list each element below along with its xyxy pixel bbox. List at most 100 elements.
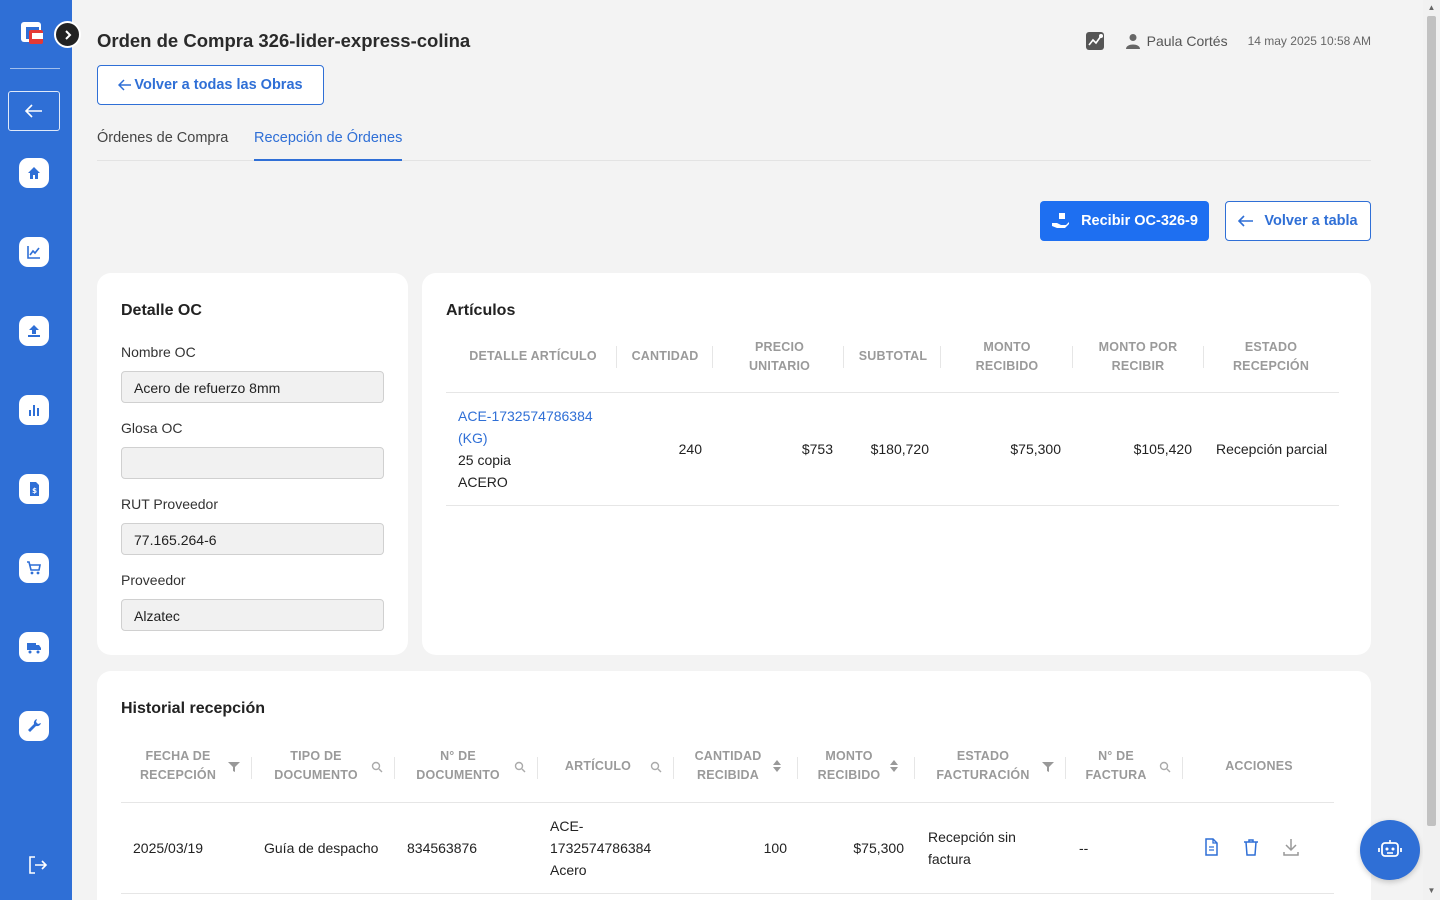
sidebar-expand-button[interactable] bbox=[54, 21, 81, 48]
factura-cell: -- bbox=[1079, 840, 1089, 856]
cart-icon bbox=[27, 561, 41, 575]
scroll-thumb[interactable] bbox=[1427, 16, 1436, 826]
historial-card: Historial recepción FECHA DE RECEPCIÓN T… bbox=[97, 671, 1371, 900]
search-icon[interactable] bbox=[650, 761, 662, 773]
col-header-factura: N° DE FACTURA bbox=[1085, 749, 1147, 782]
col-header-estado-facturacion: ESTADO FACTURACIÓN bbox=[936, 749, 1030, 782]
tab-bar: Órdenes de Compra Recepción de Órdenes bbox=[97, 125, 1371, 161]
articulo-code-link[interactable]: ACE-1732574786384 (KG) bbox=[458, 405, 598, 449]
search-icon[interactable] bbox=[1159, 761, 1171, 773]
monto-por-recibir-cell: $105,420 bbox=[1133, 441, 1192, 457]
logout-icon bbox=[29, 856, 48, 874]
scroll-up-icon[interactable]: ▲ bbox=[1427, 3, 1436, 12]
sidebar-item-cart[interactable] bbox=[19, 553, 49, 583]
document-icon[interactable] bbox=[1201, 837, 1221, 857]
glosa-oc-field[interactable] bbox=[121, 447, 384, 479]
sidebar-back-button[interactable] bbox=[8, 91, 60, 131]
sort-icon[interactable] bbox=[888, 760, 900, 772]
svg-text:$: $ bbox=[32, 487, 37, 495]
chevron-right-icon bbox=[64, 29, 71, 40]
sidebar-divider bbox=[10, 68, 60, 69]
rut-proveedor-field[interactable]: 77.165.264-6 bbox=[121, 523, 384, 555]
sidebar-item-logistics[interactable] bbox=[19, 632, 49, 662]
back-to-obras-button[interactable]: Volver a todas las Obras bbox=[97, 65, 324, 105]
search-icon[interactable] bbox=[514, 761, 526, 773]
arrow-left-icon bbox=[1238, 215, 1254, 227]
sidebar-item-reports[interactable] bbox=[19, 395, 49, 425]
glosa-oc-label: Glosa OC bbox=[121, 420, 183, 436]
header-right: Paula Cortés 14 may 2025 10:58 AM bbox=[1085, 29, 1371, 53]
cantidad-recibida-cell: 100 bbox=[763, 840, 787, 856]
page-title: Orden de Compra 326-lider-express-colina bbox=[97, 30, 471, 51]
sidebar: $ bbox=[0, 0, 72, 900]
arrow-left-icon bbox=[25, 104, 42, 118]
cantidad-cell: 240 bbox=[678, 441, 702, 457]
filter-icon[interactable] bbox=[228, 761, 240, 773]
sort-icon[interactable] bbox=[771, 760, 783, 772]
scrollbar[interactable]: ▲ ▼ bbox=[1423, 0, 1440, 900]
articulo-cell-line1: ACE- bbox=[550, 818, 584, 834]
app-logo[interactable] bbox=[21, 22, 47, 46]
estado-facturacion-line2: factura bbox=[928, 851, 971, 867]
historial-title: Historial recepción bbox=[121, 700, 266, 717]
detalle-oc-title: Detalle OC bbox=[121, 302, 202, 319]
invoice-icon: $ bbox=[30, 482, 39, 496]
col-header-precio: PRECIO UNITARIO bbox=[748, 340, 811, 373]
col-header-cantidad: CANTIDAD bbox=[631, 349, 699, 363]
download-icon[interactable] bbox=[1281, 837, 1301, 857]
monto-recibido-cell: $75,300 bbox=[1010, 441, 1061, 457]
col-header-monto-por-recibir: MONTO POR RECIBIR bbox=[1098, 340, 1178, 373]
estado-facturacion-line1: Recepción sin bbox=[928, 829, 1016, 845]
tab-recepcion-ordenes[interactable]: Recepción de Órdenes bbox=[254, 130, 403, 161]
col-header-articulo: ARTÍCULO bbox=[564, 759, 632, 773]
arrow-left-icon bbox=[118, 79, 132, 91]
detalle-oc-card: Detalle OC Nombre OC Acero de refuerzo 8… bbox=[97, 273, 408, 655]
sidebar-item-analytics[interactable] bbox=[19, 237, 49, 267]
rut-proveedor-label: RUT Proveedor bbox=[121, 496, 219, 512]
logout-button[interactable] bbox=[25, 853, 49, 877]
col-header-fecha: FECHA DE RECEPCIÓN bbox=[139, 749, 217, 782]
user-name[interactable]: Paula Cortés bbox=[1147, 33, 1228, 49]
col-header-numero: N° DE DOCUMENTO bbox=[416, 749, 500, 782]
sidebar-item-home[interactable] bbox=[19, 158, 49, 188]
upload-icon bbox=[28, 325, 40, 337]
col-header-cantidad-recibida: CANTIDAD RECIBIDA bbox=[694, 749, 762, 782]
nombre-oc-field[interactable]: Acero de refuerzo 8mm bbox=[121, 371, 384, 403]
truck-icon bbox=[27, 643, 41, 654]
col-header-monto-recibido: MONTO RECIBIDO bbox=[817, 749, 881, 782]
filter-icon[interactable] bbox=[1042, 761, 1054, 773]
recibir-oc-label: Recibir OC-326-9 bbox=[1081, 213, 1198, 229]
sidebar-item-settings[interactable] bbox=[19, 711, 49, 741]
articulo-line2: 25 copia bbox=[458, 452, 511, 468]
monto-recibido-cell: $75,300 bbox=[853, 840, 904, 856]
sidebar-item-invoices[interactable]: $ bbox=[19, 474, 49, 504]
sidebar-item-upload[interactable] bbox=[19, 316, 49, 346]
col-header-estado-recepcion: ESTADO RECEPCIÓN bbox=[1232, 340, 1310, 373]
scroll-down-icon[interactable]: ▼ bbox=[1427, 886, 1436, 895]
proveedor-field[interactable]: Alzatec bbox=[121, 599, 384, 631]
volver-tabla-button[interactable]: Volver a tabla bbox=[1225, 201, 1371, 241]
estado-recepcion-cell: Recepción parcial bbox=[1216, 441, 1328, 457]
chart-line-icon bbox=[27, 246, 40, 259]
home-icon bbox=[28, 167, 40, 179]
analytics-icon[interactable] bbox=[1085, 31, 1105, 51]
col-header-acciones: ACCIONES bbox=[1225, 759, 1293, 773]
search-icon[interactable] bbox=[371, 761, 383, 773]
assistant-button[interactable] bbox=[1360, 820, 1420, 880]
col-header-detalle: DETALLE ARTÍCULO bbox=[469, 349, 597, 363]
articulo-cell-line3: Acero bbox=[550, 862, 587, 878]
wrench-icon bbox=[28, 719, 41, 732]
articulos-card: Artículos DETALLE ARTÍCULO CANTIDAD PREC… bbox=[422, 273, 1371, 655]
bar-chart-icon bbox=[29, 405, 39, 416]
col-header-tipo: TIPO DE DOCUMENTO bbox=[274, 749, 358, 782]
back-to-obras-label: Volver a todas las Obras bbox=[134, 77, 303, 93]
col-header-monto-recibido: MONTO RECIBIDO bbox=[975, 340, 1039, 373]
tipo-cell: Guía de despacho bbox=[264, 840, 379, 856]
subtotal-cell: $180,720 bbox=[870, 441, 929, 457]
articulo-cell-line2: 1732574786384 bbox=[550, 840, 652, 856]
recibir-oc-button[interactable]: Recibir OC-326-9 bbox=[1040, 201, 1209, 241]
numero-cell: 834563876 bbox=[407, 840, 478, 856]
trash-icon[interactable] bbox=[1241, 837, 1261, 857]
tab-ordenes-compra[interactable]: Órdenes de Compra bbox=[97, 130, 228, 161]
timestamp: 14 may 2025 10:58 AM bbox=[1247, 34, 1371, 48]
